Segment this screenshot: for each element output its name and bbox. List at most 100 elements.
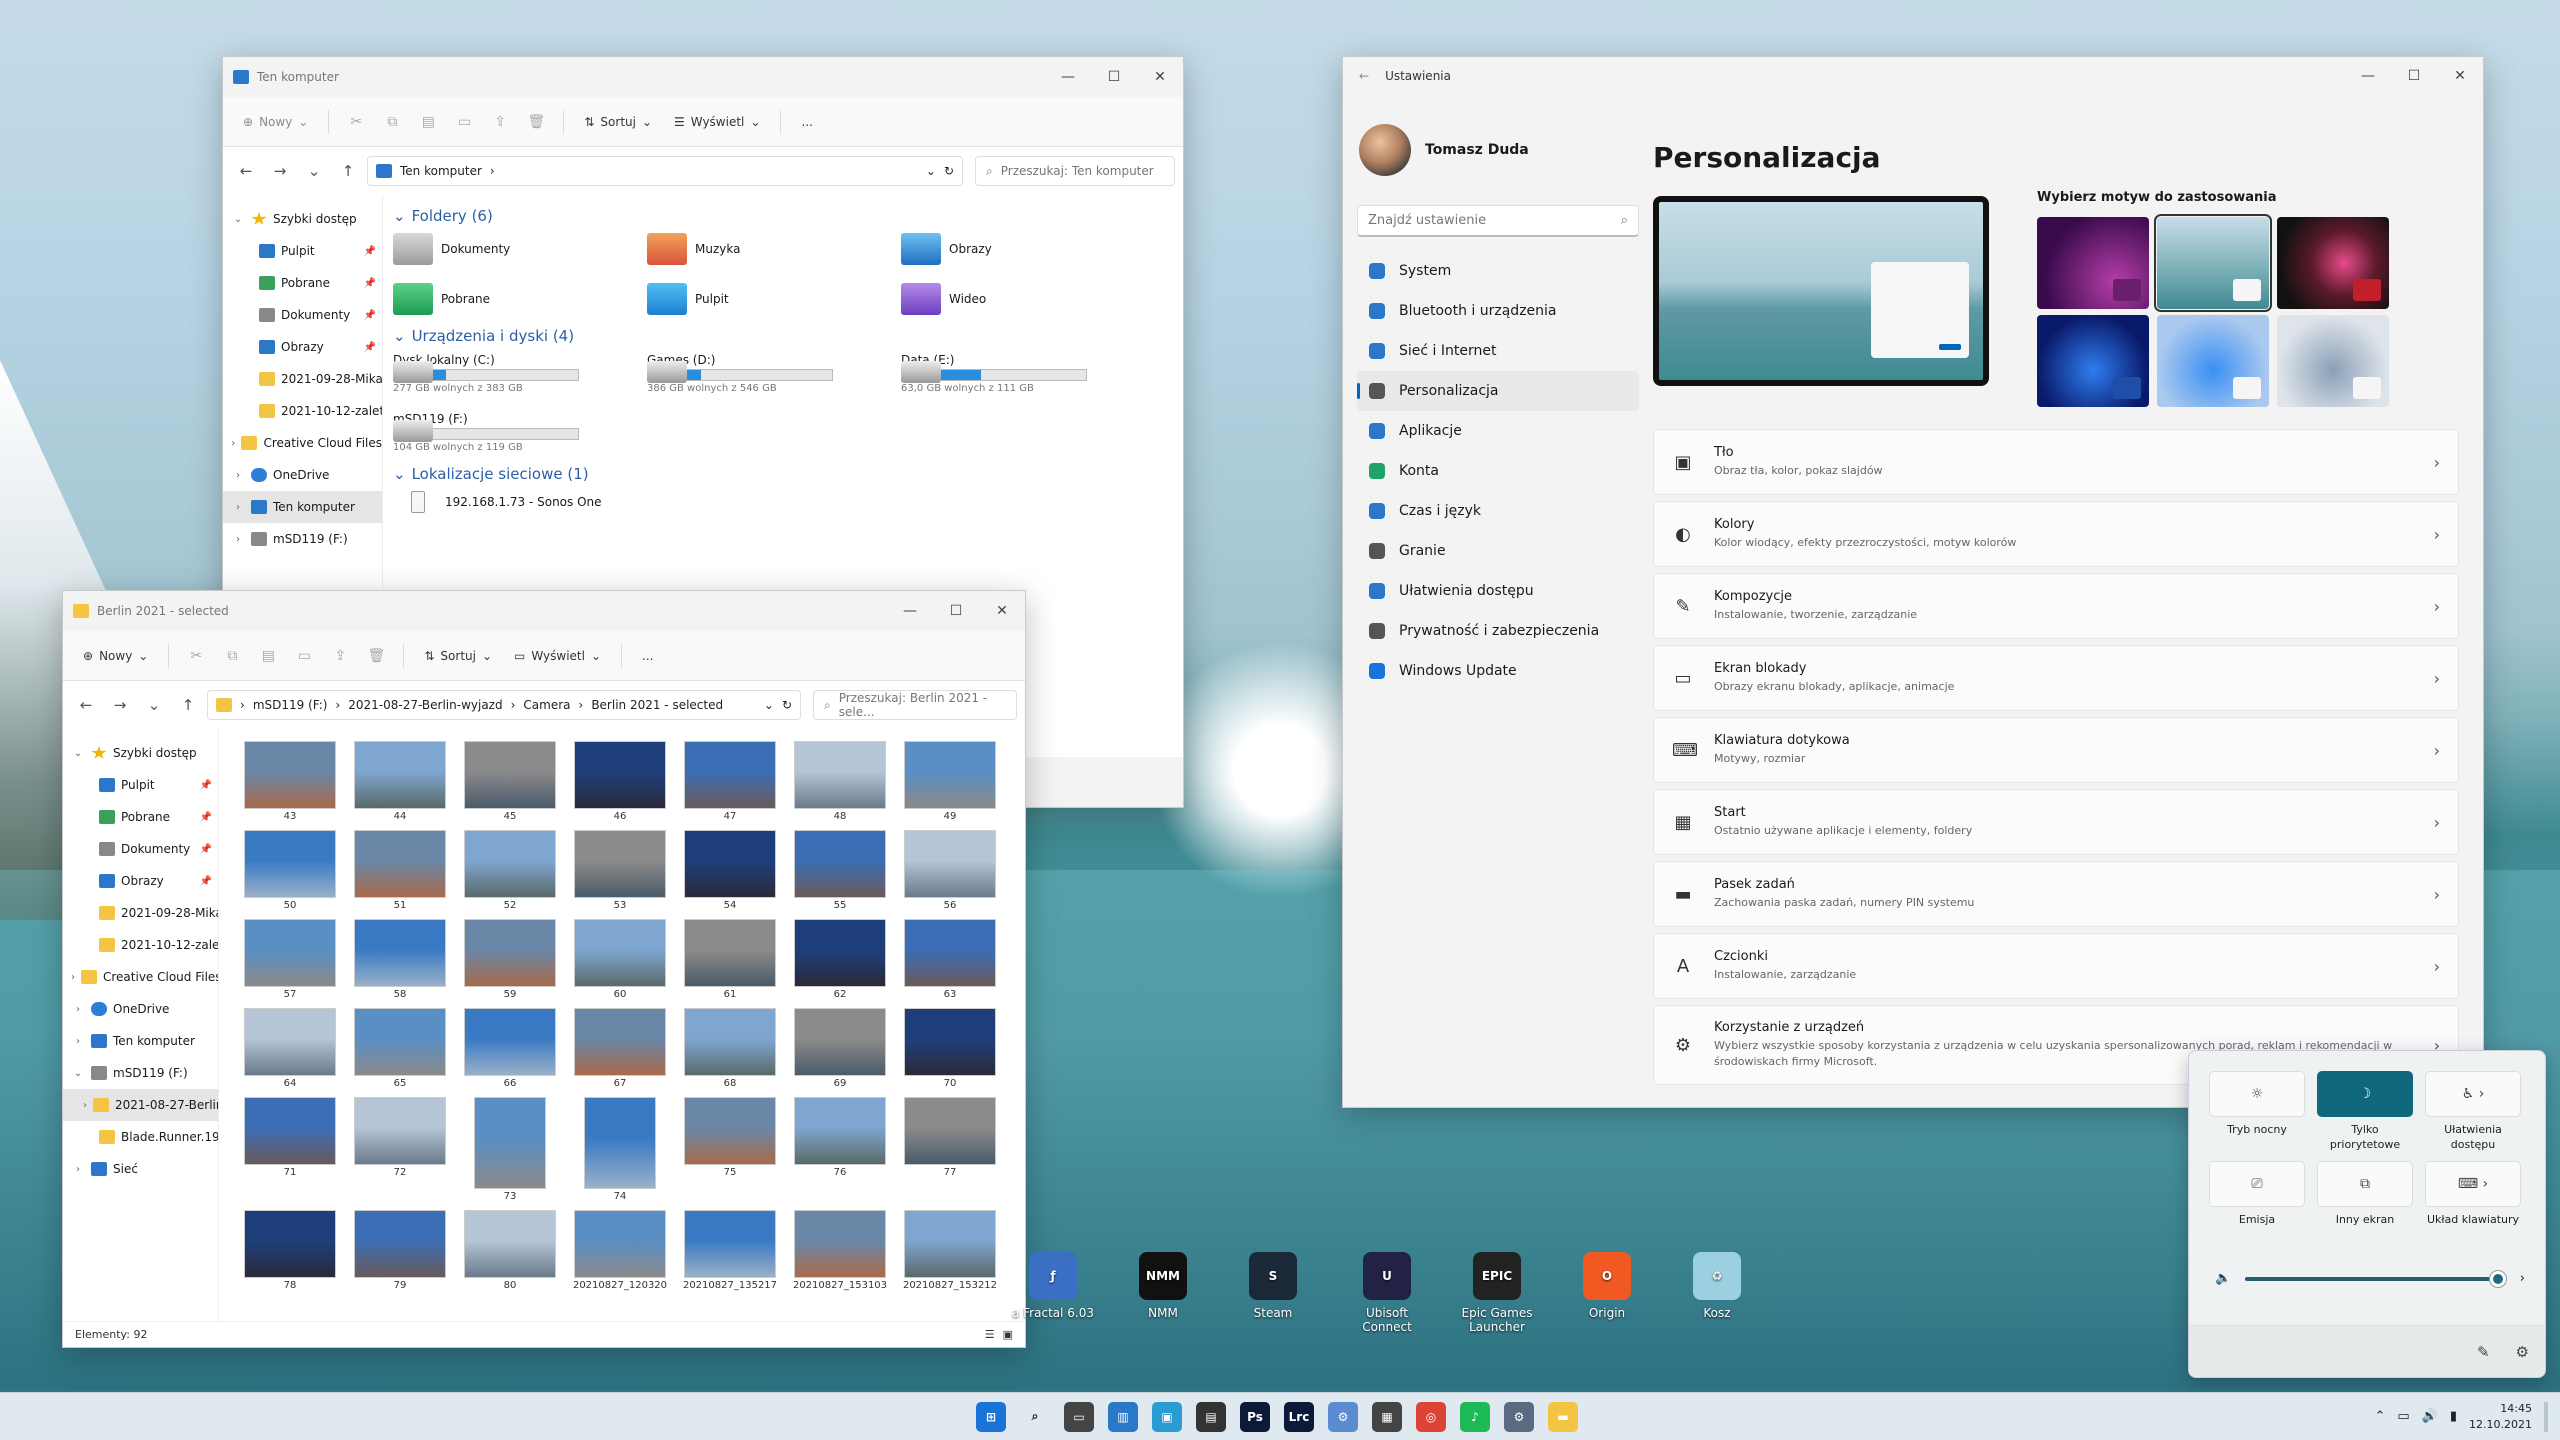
search-input[interactable]: ⌕ Przeszukaj: Ten komputer — [975, 156, 1175, 186]
nav-item-desktop[interactable]: Pulpit 📌 — [223, 235, 382, 267]
refresh-icon[interactable]: ↻ — [782, 698, 792, 712]
copy-icon[interactable]: ⧉ — [217, 642, 247, 670]
photo-item[interactable]: 66 — [455, 1008, 565, 1089]
back-icon[interactable]: ← — [231, 162, 261, 180]
nav-item-desktop[interactable]: Pulpit 📌 — [63, 769, 218, 801]
theme-sunrise[interactable] — [2277, 217, 2389, 309]
quick-setting-toggle[interactable]: ⎚ — [2209, 1161, 2305, 1207]
theme-glow[interactable] — [2037, 217, 2149, 309]
desktop-shortcut[interactable]: EPIC Epic Games Launcher — [1450, 1252, 1544, 1334]
nav-item-berlin-folder[interactable]: › 2021-08-27-Berlin- — [63, 1089, 218, 1121]
settings-card[interactable]: ✎ Kompozycje Instalowanie, tworzenie, zarz… — [1653, 573, 2459, 639]
paste-icon[interactable]: ▤ — [413, 108, 443, 136]
chevron-down-icon[interactable]: ⌄ — [926, 164, 936, 178]
cut-icon[interactable]: ✂ — [341, 108, 371, 136]
photo-item[interactable]: 61 — [675, 919, 785, 1000]
more-button[interactable]: ... — [634, 643, 661, 669]
thumbnail-view-icon[interactable]: ▣ — [1003, 1328, 1013, 1341]
folder-item-documents[interactable]: Dokumenty — [393, 233, 647, 265]
settings-nav-item[interactable]: Prywatność i zabezpieczenia — [1357, 611, 1639, 651]
photo-item[interactable]: 72 — [345, 1097, 455, 1202]
nav-item-drive-f[interactable]: ⌄ mSD119 (F:) — [63, 1057, 218, 1089]
nav-item-creative-cloud[interactable]: › Creative Cloud Files — [63, 961, 218, 993]
settings-nav-item[interactable]: Granie — [1357, 531, 1639, 571]
calculator-icon[interactable]: ▦ — [1372, 1401, 1402, 1432]
photo-item[interactable]: 43 — [235, 741, 345, 822]
settings-card[interactable]: ▭ Ekran blokady Obrazy ekranu blokady, apl… — [1653, 645, 2459, 711]
nav-item-downloads[interactable]: Pobrane 📌 — [63, 801, 218, 833]
photo-item[interactable]: 71 — [235, 1097, 345, 1202]
network-tool-icon[interactable]: ⚙ — [1328, 1401, 1358, 1432]
share-icon[interactable]: ⇪ — [485, 108, 515, 136]
search-icon[interactable]: ⌕ — [1020, 1401, 1050, 1432]
lightroom-icon[interactable]: Lrc — [1284, 1401, 1314, 1432]
nav-item-quick-access[interactable]: ⌄ Szybki dostęp — [223, 203, 382, 235]
widgets-icon[interactable]: ▥ — [1108, 1401, 1138, 1432]
nav-item-network[interactable]: › Sieć — [63, 1153, 218, 1185]
nav-item-onedrive[interactable]: › OneDrive — [223, 459, 382, 491]
desktop-shortcut[interactable]: ƒ a Fractal 6.03 — [1006, 1252, 1100, 1320]
notification-icon[interactable] — [2544, 1401, 2548, 1432]
nav-item-onedrive[interactable]: › OneDrive — [63, 993, 218, 1025]
settings-nav-item[interactable]: System — [1357, 251, 1639, 291]
nav-item-this-pc[interactable]: › Ten komputer — [223, 491, 382, 523]
clock[interactable]: 14:45 12.10.2021 — [2469, 1401, 2532, 1432]
photo-item[interactable]: 46 — [565, 741, 675, 822]
nav-item-creative-cloud[interactable]: › Creative Cloud Files — [223, 427, 382, 459]
volume-thumb[interactable] — [2489, 1270, 2506, 1287]
photo-item[interactable]: 80 — [455, 1210, 565, 1291]
photo-item[interactable]: 64 — [235, 1008, 345, 1089]
nav-item-pictures[interactable]: Obrazy 📌 — [63, 865, 218, 897]
nav-item-pictures[interactable]: Obrazy 📌 — [223, 331, 382, 363]
nav-item-documents[interactable]: Dokumenty 📌 — [223, 299, 382, 331]
photo-item[interactable]: 44 — [345, 741, 455, 822]
settings-search-input[interactable]: Znajdź ustawienie ⌕ — [1357, 205, 1639, 237]
breadcrumb-item[interactable]: Camera — [523, 698, 570, 712]
nav-item-this-pc[interactable]: › Ten komputer — [63, 1025, 218, 1057]
quick-setting-toggle[interactable]: ⧉ — [2317, 1161, 2413, 1207]
sort-button[interactable]: ⇅ Sortuj ⌄ — [416, 643, 500, 669]
settings-icon[interactable]: ⚙ — [1504, 1401, 1534, 1432]
quick-setting-toggle[interactable]: ⌨ › — [2425, 1161, 2521, 1207]
photo-item[interactable]: 59 — [455, 919, 565, 1000]
recent-icon[interactable]: ⌄ — [299, 162, 329, 180]
new-button[interactable]: ⊕ Nowy ⌄ — [75, 643, 156, 669]
cut-icon[interactable]: ✂ — [181, 642, 211, 670]
back-icon[interactable]: ← — [71, 696, 101, 714]
theme-captured-motion[interactable] — [2154, 214, 2272, 312]
nav-item-folder[interactable]: Blade.Runner.1982 — [63, 1121, 218, 1153]
nav-item-documents[interactable]: Dokumenty 📌 — [63, 833, 218, 865]
group-header-network[interactable]: ⌄ Lokalizacje sieciowe (1) — [393, 465, 1183, 483]
photo-item[interactable]: 20210827_153212 — [895, 1210, 1005, 1291]
settings-card[interactable]: ▦ Start Ostatnio używane aplikacje i eleme… — [1653, 789, 2459, 855]
folder-item-music[interactable]: Muzyka — [647, 233, 901, 265]
task-view-icon[interactable]: ▭ — [1064, 1401, 1094, 1432]
settings-card[interactable]: A Czcionki Instalowanie, zarządzanie › — [1653, 933, 2459, 999]
nav-item-folder[interactable]: 2021-09-28-Mikavi — [63, 897, 218, 929]
settings-nav-item[interactable]: Sieć i Internet — [1357, 331, 1639, 371]
drive-item[interactable]: Dysk lokalny (C:) 277 GB wolnych z 383 GB — [393, 353, 647, 394]
up-icon[interactable]: ↑ — [173, 696, 203, 714]
settings-nav-item[interactable]: Ułatwienia dostępu — [1357, 571, 1639, 611]
settings-nav-item[interactable]: Personalizacja — [1357, 371, 1639, 411]
photo-item[interactable]: 56 — [895, 830, 1005, 911]
nav-item-downloads[interactable]: Pobrane 📌 — [223, 267, 382, 299]
folder-item-desktop[interactable]: Pulpit — [647, 283, 901, 315]
photo-item[interactable]: 53 — [565, 830, 675, 911]
settings-card[interactable]: ▬ Pasek zadań Zachowania paska zadań, nume… — [1653, 861, 2459, 927]
settings-nav-item[interactable]: Aplikacje — [1357, 411, 1639, 451]
photo-item[interactable]: 49 — [895, 741, 1005, 822]
photo-item[interactable]: 76 — [785, 1097, 895, 1202]
refresh-icon[interactable]: ↻ — [944, 164, 954, 178]
titlebar[interactable]: Berlin 2021 - selected — ☐ ✕ — [63, 591, 1025, 631]
more-button[interactable]: ... — [793, 109, 820, 135]
delete-icon[interactable]: 🗑 — [361, 642, 391, 670]
photo-item[interactable]: 45 — [455, 741, 565, 822]
details-view-icon[interactable]: ☰ — [985, 1328, 995, 1341]
minimize-button[interactable]: — — [1045, 57, 1091, 97]
drive-item[interactable]: mSD119 (F:) 104 GB wolnych z 119 GB — [393, 412, 647, 453]
drive-item[interactable]: Games (D:) 386 GB wolnych z 546 GB — [647, 353, 901, 394]
settings-nav-item[interactable]: Czas i język — [1357, 491, 1639, 531]
speaker-icon[interactable]: 🔈 — [2215, 1271, 2231, 1286]
group-header-drives[interactable]: ⌄ Urządzenia i dyski (4) — [393, 327, 1183, 345]
